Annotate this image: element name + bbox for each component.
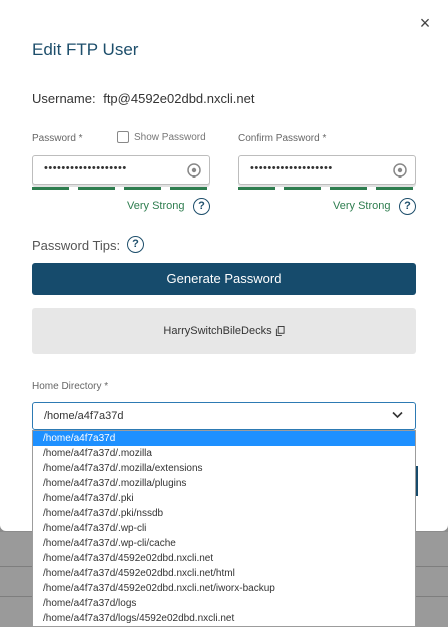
generate-password-button[interactable]: Generate Password: [32, 263, 416, 295]
strength-segment: [330, 187, 367, 190]
dropdown-option[interactable]: /home/a4f7a37d/logs: [33, 596, 415, 611]
dropdown-option[interactable]: /home/a4f7a37d/.mozilla/extensions: [33, 461, 415, 476]
strength-segment: [238, 187, 275, 190]
dropdown-option[interactable]: /home/a4f7a37d/.pki: [33, 491, 415, 506]
dropdown-option[interactable]: /home/a4f7a37d/.wp-cli: [33, 521, 415, 536]
show-password-toggle[interactable]: Show Password: [117, 131, 206, 143]
close-icon[interactable]: ×: [414, 12, 436, 34]
dropdown-option[interactable]: /home/a4f7a37d/logs/4592e02dbd.nxcli.net: [33, 611, 415, 626]
copy-icon[interactable]: [275, 326, 285, 336]
home-directory-select[interactable]: /home/a4f7a37d: [32, 402, 416, 430]
dropdown-option[interactable]: /home/a4f7a37d/.pki/nssdb: [33, 506, 415, 521]
password-strength-meter: [32, 187, 207, 190]
confirm-password-field[interactable]: •••••••••••••••••••: [238, 155, 416, 185]
help-icon[interactable]: ?: [127, 236, 144, 253]
home-directory-value: /home/a4f7a37d: [44, 410, 124, 422]
password-value: •••••••••••••••••••: [44, 162, 127, 174]
confirm-password-value: •••••••••••••••••••: [250, 162, 333, 174]
dropdown-option[interactable]: /home/a4f7a37d/4592e02dbd.nxcli.net/iwor…: [33, 581, 415, 596]
home-directory-dropdown[interactable]: /home/a4f7a37d/home/a4f7a37d/.mozilla/ho…: [32, 430, 416, 627]
dropdown-option[interactable]: /home/a4f7a37d/4592e02dbd.nxcli.net: [33, 551, 415, 566]
strength-segment: [170, 187, 207, 190]
username-label: Username:: [32, 91, 96, 106]
dropdown-option[interactable]: /home/a4f7a37d: [33, 431, 415, 446]
strength-segment: [376, 187, 413, 190]
show-password-label: Show Password: [134, 131, 206, 143]
strength-segment: [32, 187, 69, 190]
help-icon[interactable]: ?: [193, 198, 210, 215]
generated-password-box[interactable]: HarrySwitchBileDecks: [32, 308, 416, 354]
password-label: Password *: [32, 133, 83, 144]
home-directory-label: Home Directory *: [32, 381, 109, 392]
eye-icon[interactable]: [393, 163, 407, 179]
chevron-down-icon: [392, 411, 403, 419]
dropdown-option[interactable]: /home/a4f7a37d/.mozilla: [33, 446, 415, 461]
dropdown-option[interactable]: /home/a4f7a37d/.mozilla/plugins: [33, 476, 415, 491]
generated-password-value: HarrySwitchBileDecks: [163, 325, 272, 337]
dropdown-option[interactable]: /home/a4f7a37d/.wp-cli/cache: [33, 536, 415, 551]
confirm-strength-text: Very Strong: [333, 200, 391, 212]
eye-icon[interactable]: [187, 163, 201, 179]
strength-segment: [124, 187, 161, 190]
confirm-strength-meter: [238, 187, 413, 190]
password-tips-label: Password Tips:: [32, 238, 121, 253]
password-strength-text: Very Strong: [127, 200, 185, 212]
confirm-password-label: Confirm Password *: [238, 133, 327, 144]
username-value: ftp@4592e02dbd.nxcli.net: [103, 91, 255, 106]
username-row: Username: ftp@4592e02dbd.nxcli.net: [32, 91, 254, 106]
strength-segment: [78, 187, 115, 190]
dropdown-option[interactable]: /home/a4f7a37d/4592e02dbd.nxcli.net/html: [33, 566, 415, 581]
password-field[interactable]: •••••••••••••••••••: [32, 155, 210, 185]
strength-segment: [284, 187, 321, 190]
help-icon[interactable]: ?: [399, 198, 416, 215]
modal-title: Edit FTP User: [32, 40, 139, 59]
show-password-checkbox[interactable]: [117, 131, 129, 143]
